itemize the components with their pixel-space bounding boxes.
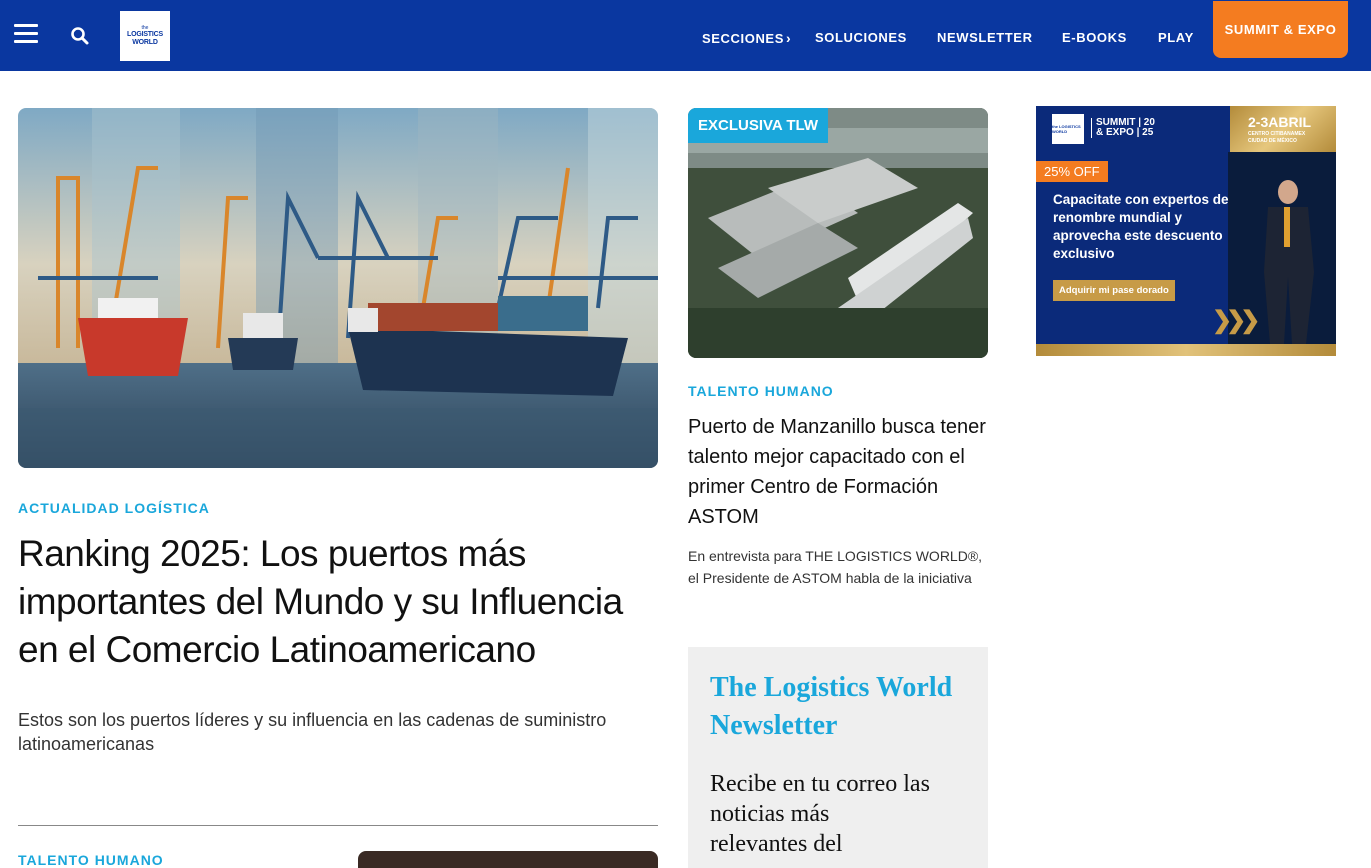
newsletter-box: The Logistics World Newsletter Recibe en… [688,647,988,868]
side-article-image[interactable] [688,108,988,358]
summit-expo-button[interactable]: SUMMIT & EXPO [1213,1,1348,58]
nav-ebooks[interactable]: E-BOOKS [1062,30,1127,45]
next-article-image[interactable] [358,851,658,868]
nav-soluciones[interactable]: SOLUCIONES [815,30,907,45]
chevron-right-icon: › [785,30,792,46]
newsletter-body: Recibe en tu correo las noticias más rel… [710,771,930,857]
site-logo[interactable]: the LOGISTICS WORLD [120,11,170,61]
main-article-description: Estos son los puertos líderes y su influ… [18,710,607,754]
side-article-title[interactable]: Puerto de Manzanillo busca tener talento… [688,412,988,532]
site-header: the LOGISTICS WORLD SECCIONES › SOLUCIONE… [0,0,1371,71]
nav-newsletter[interactable]: NEWSLETTER [937,30,1033,45]
hamburger-menu-icon[interactable] [14,24,38,46]
ad-cta-button[interactable]: Adquirir mi pase dorado [1053,280,1175,301]
next-article-category[interactable]: TALENTO HUMANO [18,852,164,868]
ad-discount-badge: 25% OFF [1036,161,1108,182]
main-article-title[interactable]: Ranking 2025: Los puertos más importante… [18,530,658,674]
side-article-category[interactable]: TALENTO HUMANO [688,383,834,399]
exclusive-badge: EXCLUSIVA TLW [688,108,828,143]
ad-gold-footer [1036,344,1336,356]
nav-secciones[interactable]: SECCIONES › [702,30,791,46]
side-article-description: En entrevista para THE LOGISTICS WORLD®,… [688,548,983,586]
main-article-image[interactable] [18,108,658,468]
ad-logo: the LOGISTICS WORLD [1052,114,1084,144]
ad-date: 2-3ABRIL [1248,114,1312,130]
nav-play[interactable]: PLAY [1158,30,1194,45]
ad-venue: CENTRO CITIBANAMEX CIUDAD DE MÉXICO [1248,131,1306,144]
main-article-category[interactable]: ACTUALIDAD LOGÍSTICA [18,500,210,516]
divider [18,825,658,826]
search-icon[interactable] [70,26,90,46]
chevrons-right-icon: ❯❯❯ [1212,307,1260,334]
newsletter-title: The Logistics World Newsletter [710,672,953,741]
summit-expo-ad[interactable]: the LOGISTICS WORLD SUMMIT | 20 & EXPO |… [1036,106,1336,356]
ad-text: Capacitate con expertos de renombre mund… [1053,192,1229,261]
ad-summit-label: SUMMIT | 20 & EXPO | 25 [1091,118,1155,138]
